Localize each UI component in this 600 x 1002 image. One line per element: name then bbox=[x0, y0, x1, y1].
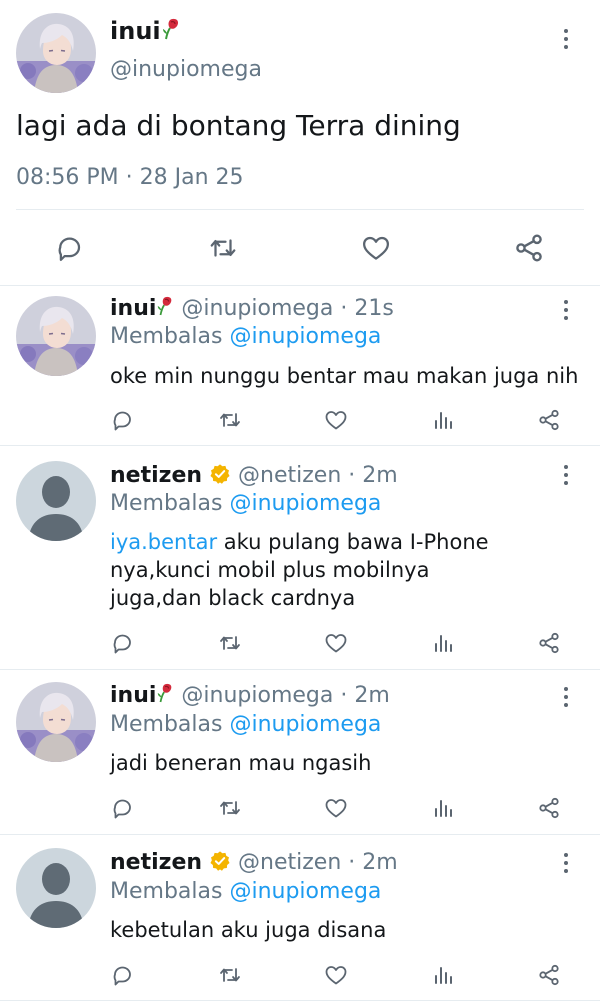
reply-handle: @inupiomega bbox=[181, 683, 334, 708]
share-icon[interactable] bbox=[537, 631, 561, 655]
like-icon[interactable] bbox=[324, 408, 348, 432]
main-tweet-timestamp[interactable]: 08:56 PM · 28 Jan 25 bbox=[16, 164, 244, 192]
analytics-icon[interactable] bbox=[431, 631, 455, 655]
reply-avatar[interactable] bbox=[16, 682, 96, 762]
divider bbox=[0, 285, 600, 286]
retweet-icon[interactable] bbox=[217, 631, 243, 655]
rose-emoji-icon bbox=[156, 682, 174, 712]
main-reply-icon[interactable] bbox=[54, 233, 84, 263]
reply-icon[interactable] bbox=[110, 963, 134, 987]
reply-author-line[interactable]: netizen @netizen · 2m bbox=[110, 849, 398, 880]
reply-time: · 2m bbox=[348, 463, 398, 488]
reply-icon[interactable] bbox=[110, 408, 134, 432]
divider bbox=[0, 445, 600, 446]
like-icon[interactable] bbox=[324, 963, 348, 987]
reply-text: jadi beneran mau ngasih bbox=[110, 749, 590, 777]
share-icon[interactable] bbox=[537, 963, 561, 987]
replying-to-line: Membalas @inupiomega bbox=[110, 490, 381, 518]
main-tweet-divider bbox=[16, 209, 584, 210]
reply-body: oke min nunggu bentar mau makan juga nih bbox=[110, 364, 579, 388]
reply-avatar[interactable] bbox=[16, 461, 96, 541]
like-icon[interactable] bbox=[324, 631, 348, 655]
reply-more-icon[interactable] bbox=[554, 851, 578, 875]
divider bbox=[0, 1000, 600, 1001]
reply-time: · 21s bbox=[340, 296, 394, 321]
analytics-icon[interactable] bbox=[431, 408, 455, 432]
verified-badge-icon bbox=[209, 850, 231, 880]
divider bbox=[0, 834, 600, 835]
main-tweet-author-line[interactable]: inui bbox=[110, 16, 181, 48]
reply-display-name: netizen bbox=[110, 850, 203, 875]
share-icon[interactable] bbox=[537, 796, 561, 820]
reply-text: oke min nunggu bentar mau makan juga nih bbox=[110, 362, 590, 390]
verified-badge-icon bbox=[209, 463, 231, 493]
reply-icon[interactable] bbox=[110, 796, 134, 820]
replying-to-link[interactable]: @inupiomega bbox=[229, 712, 381, 737]
reply-time: · 2m bbox=[348, 850, 398, 875]
retweet-icon[interactable] bbox=[217, 796, 243, 820]
replying-to-line: Membalas @inupiomega bbox=[110, 711, 381, 739]
reply-text: kebetulan aku juga disana bbox=[110, 916, 590, 944]
reply-handle: @netizen bbox=[238, 463, 342, 488]
reply-avatar[interactable] bbox=[16, 296, 96, 376]
reply-handle: @inupiomega bbox=[181, 296, 334, 321]
main-tweet-handle[interactable]: @inupiomega bbox=[110, 56, 262, 84]
replying-label: Membalas bbox=[110, 879, 223, 904]
main-share-icon[interactable] bbox=[513, 232, 545, 264]
retweet-icon[interactable] bbox=[217, 963, 243, 987]
reply-body: jadi beneran mau ngasih bbox=[110, 751, 372, 775]
retweet-icon[interactable] bbox=[217, 408, 243, 432]
like-icon[interactable] bbox=[324, 796, 348, 820]
replying-to-link[interactable]: @inupiomega bbox=[229, 879, 381, 904]
reply-handle: @netizen bbox=[238, 850, 342, 875]
replying-label: Membalas bbox=[110, 491, 223, 516]
replying-to-link[interactable]: @inupiomega bbox=[229, 491, 381, 516]
reply-more-icon[interactable] bbox=[554, 463, 578, 487]
main-tweet-avatar[interactable] bbox=[16, 13, 96, 93]
main-tweet-more-icon[interactable] bbox=[554, 27, 578, 51]
rose-emoji-icon bbox=[161, 17, 181, 48]
reply-display-name: inui bbox=[110, 296, 157, 321]
reply-display-name: inui bbox=[110, 683, 157, 708]
reply-body: kebetulan aku juga disana bbox=[110, 918, 387, 942]
share-icon[interactable] bbox=[537, 408, 561, 432]
main-tweet-display-name: inui bbox=[110, 17, 161, 45]
main-tweet-text: lagi ada di bontang Terra dining bbox=[16, 109, 461, 142]
reply-avatar[interactable] bbox=[16, 848, 96, 928]
main-retweet-icon[interactable] bbox=[207, 233, 239, 263]
main-like-icon[interactable] bbox=[360, 233, 392, 263]
reply-display-name: netizen bbox=[110, 463, 203, 488]
reply-icon[interactable] bbox=[110, 631, 134, 655]
reply-text: iya.bentar aku pulang bawa I-Phone nya,k… bbox=[110, 528, 520, 612]
replying-to-line: Membalas @inupiomega bbox=[110, 878, 381, 906]
replying-to-link[interactable]: @inupiomega bbox=[229, 324, 381, 349]
reply-author-line[interactable]: inui @inupiomega · 21s bbox=[110, 295, 394, 325]
analytics-icon[interactable] bbox=[431, 963, 455, 987]
reply-more-icon[interactable] bbox=[554, 298, 578, 322]
replying-label: Membalas bbox=[110, 324, 223, 349]
replying-label: Membalas bbox=[110, 712, 223, 737]
reply-author-line[interactable]: inui @inupiomega · 2m bbox=[110, 682, 390, 712]
divider bbox=[0, 669, 600, 670]
replying-to-line: Membalas @inupiomega bbox=[110, 323, 381, 351]
reply-author-line[interactable]: netizen @netizen · 2m bbox=[110, 462, 398, 493]
reply-time: · 2m bbox=[340, 683, 390, 708]
mention-link[interactable]: iya.bentar bbox=[110, 530, 217, 554]
rose-emoji-icon bbox=[156, 295, 174, 325]
analytics-icon[interactable] bbox=[431, 796, 455, 820]
reply-more-icon[interactable] bbox=[554, 685, 578, 709]
